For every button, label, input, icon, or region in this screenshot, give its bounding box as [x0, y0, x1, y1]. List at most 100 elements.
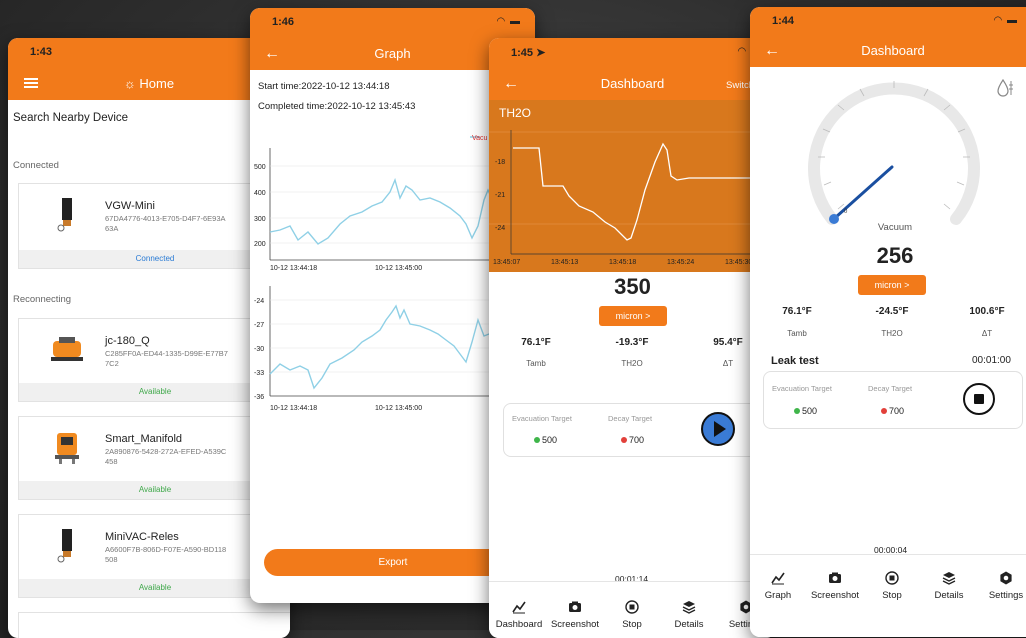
nav-settings[interactable]: Settings	[978, 571, 1026, 601]
device-name: VGW-Mini	[105, 200, 155, 212]
layers-icon	[942, 572, 956, 585]
green-dot-icon	[534, 437, 540, 443]
delta-t-value: 100.6°F	[969, 306, 1005, 317]
nav-stop[interactable]: Stop	[864, 571, 920, 601]
th2o-label: TH2O	[621, 359, 643, 368]
home-screen: 1:43 ☼ Home Search Nearby Device Connect…	[8, 38, 290, 638]
x-tick: 13:45:13	[551, 259, 578, 266]
nav-details[interactable]: Details	[661, 600, 717, 630]
evacuation-target-value: 500	[794, 406, 817, 416]
status-time: 1:46	[272, 16, 295, 28]
unit-selector-button[interactable]: micron >	[599, 306, 667, 326]
gear-icon	[1000, 571, 1012, 585]
evacuation-target-label: Evacuation Target	[772, 384, 832, 393]
decay-target-label: Decay Target	[608, 414, 653, 423]
nav-screenshot[interactable]: Screenshot	[547, 600, 603, 630]
home-title: ☼ Home	[123, 76, 175, 91]
status-icons: ◠ ▬	[496, 16, 521, 27]
sensor-device-icon	[57, 198, 72, 232]
status-icons: ◠ ▬	[993, 15, 1018, 26]
nav-graph[interactable]: Graph	[750, 571, 806, 601]
delta-t-label: ΔT	[722, 359, 734, 368]
export-button[interactable]: Export	[264, 549, 522, 576]
gauge-label: Vacuum	[877, 222, 913, 233]
x-tick: 13:45:24	[667, 259, 694, 266]
device-name: jc-180_Q	[105, 335, 150, 347]
bottom-nav: Dashboard Screenshot Stop Details Settin…	[489, 581, 776, 638]
nav-stop[interactable]: Stop	[604, 600, 660, 630]
x-tick: 10-12 13:45:00	[375, 265, 422, 272]
th2o-label: TH2O	[881, 329, 903, 338]
y-tick: -36	[254, 394, 264, 401]
completed-time: Completed time:2022-10-12 13:45:43	[258, 101, 416, 112]
decay-target-label: Decay Target	[868, 384, 913, 393]
evacuation-target-value: 500	[534, 435, 557, 445]
dashboard-chart-screen: 1:45 ➤ ◠ ▬ ← Dashboard Switch vacuu TH2O…	[489, 38, 776, 638]
red-dot-icon	[881, 408, 887, 414]
device-id: 2A890876-5428-272A-EFED-A539C 458	[105, 447, 227, 466]
y-tick: -33	[254, 370, 264, 377]
y-tick: 300	[254, 216, 266, 223]
camera-icon	[829, 572, 841, 583]
bottom-nav: Graph Screenshot Stop Details Settings	[750, 554, 1026, 637]
decay-target-value: 700	[621, 435, 644, 445]
play-button[interactable]	[700, 411, 736, 447]
y-tick: -24	[495, 225, 505, 232]
green-dot-icon	[794, 408, 800, 414]
chart-line-icon	[512, 601, 526, 614]
x-tick: 10-12 13:44:18	[270, 265, 317, 272]
targets-card: Evacuation Target Decay Target 500 700	[503, 403, 767, 457]
camera-icon	[569, 601, 581, 612]
search-nearby-device[interactable]: Search Nearby Device	[13, 112, 128, 124]
y-tick: -18	[495, 159, 505, 166]
stop-icon	[885, 571, 899, 585]
sensor-device-icon	[57, 529, 72, 563]
y-tick: 200	[254, 241, 266, 248]
x-tick: 13:45:30	[725, 259, 752, 266]
status-time: 1:44	[772, 15, 795, 27]
nav-dashboard[interactable]: Dashboard	[491, 600, 547, 630]
x-tick: 13:45:18	[609, 259, 636, 266]
leak-test-label: Leak test	[771, 355, 819, 367]
dashboard-header: 1:45 ➤ ◠ ▬ ← Dashboard Switch vacuu	[489, 38, 776, 100]
red-dot-icon	[621, 437, 627, 443]
x-tick: 10-12 13:44:18	[270, 405, 317, 412]
chart-line-icon	[771, 572, 785, 585]
device-id: 67DA4776-4013-E705-D4F7-6E93A 63A	[105, 214, 226, 233]
location-icon: ➤	[536, 47, 546, 59]
delta-t-value: 95.4°F	[713, 337, 743, 348]
manifold-icon	[55, 433, 79, 464]
dashboard-title: Dashboard	[861, 43, 925, 58]
y-tick: -27	[254, 322, 264, 329]
vacuum-reading: 350	[614, 274, 651, 299]
unit-selector-button[interactable]: micron >	[858, 275, 926, 295]
th2o-live-chart: -18 -21 -24 13:45:07 13:45:13 13:45:18 1…	[489, 130, 776, 266]
nav-screenshot[interactable]: Screenshot	[807, 571, 863, 601]
start-time: Start time:2022-10-12 13:44:18	[258, 81, 390, 92]
tamb-value: 76.1°F	[782, 306, 812, 317]
x-tick: 10-12 13:45:00	[375, 405, 422, 412]
nav-details[interactable]: Details	[921, 571, 977, 601]
y-tick: -21	[495, 192, 505, 199]
device-id: C285FF0A-ED44-1335-D99E-E77B7 7C2	[105, 349, 228, 368]
vacuum-reading: 256	[876, 243, 914, 268]
decay-target-value: 700	[881, 406, 904, 416]
layers-icon	[682, 601, 696, 614]
status-time: 1:43	[30, 46, 53, 58]
stop-icon	[974, 394, 984, 404]
th2o-value: -19.3°F	[615, 337, 649, 348]
leak-test-time: 00:01:00	[972, 355, 1011, 366]
device-card[interactable]	[18, 612, 290, 638]
home-header: 1:43 ☼ Home	[8, 38, 290, 100]
device-id: A6600F7B-806D-F07E-A590-BD118 508	[105, 545, 227, 564]
sun-icon: ☼	[123, 76, 136, 91]
y-tick: 500	[254, 164, 266, 171]
targets-card: Evacuation Target Decay Target 500 700	[763, 371, 1023, 429]
device-name: MiniVAC-Reles	[105, 531, 179, 543]
vacuum-gauge: 0	[808, 81, 980, 225]
stop-button[interactable]	[962, 382, 996, 416]
x-tick: 13:45:07	[493, 259, 520, 266]
evacuation-target-label: Evacuation Target	[512, 414, 572, 423]
connected-label: Connected	[13, 160, 59, 171]
humidity-icon[interactable]	[994, 77, 1016, 99]
